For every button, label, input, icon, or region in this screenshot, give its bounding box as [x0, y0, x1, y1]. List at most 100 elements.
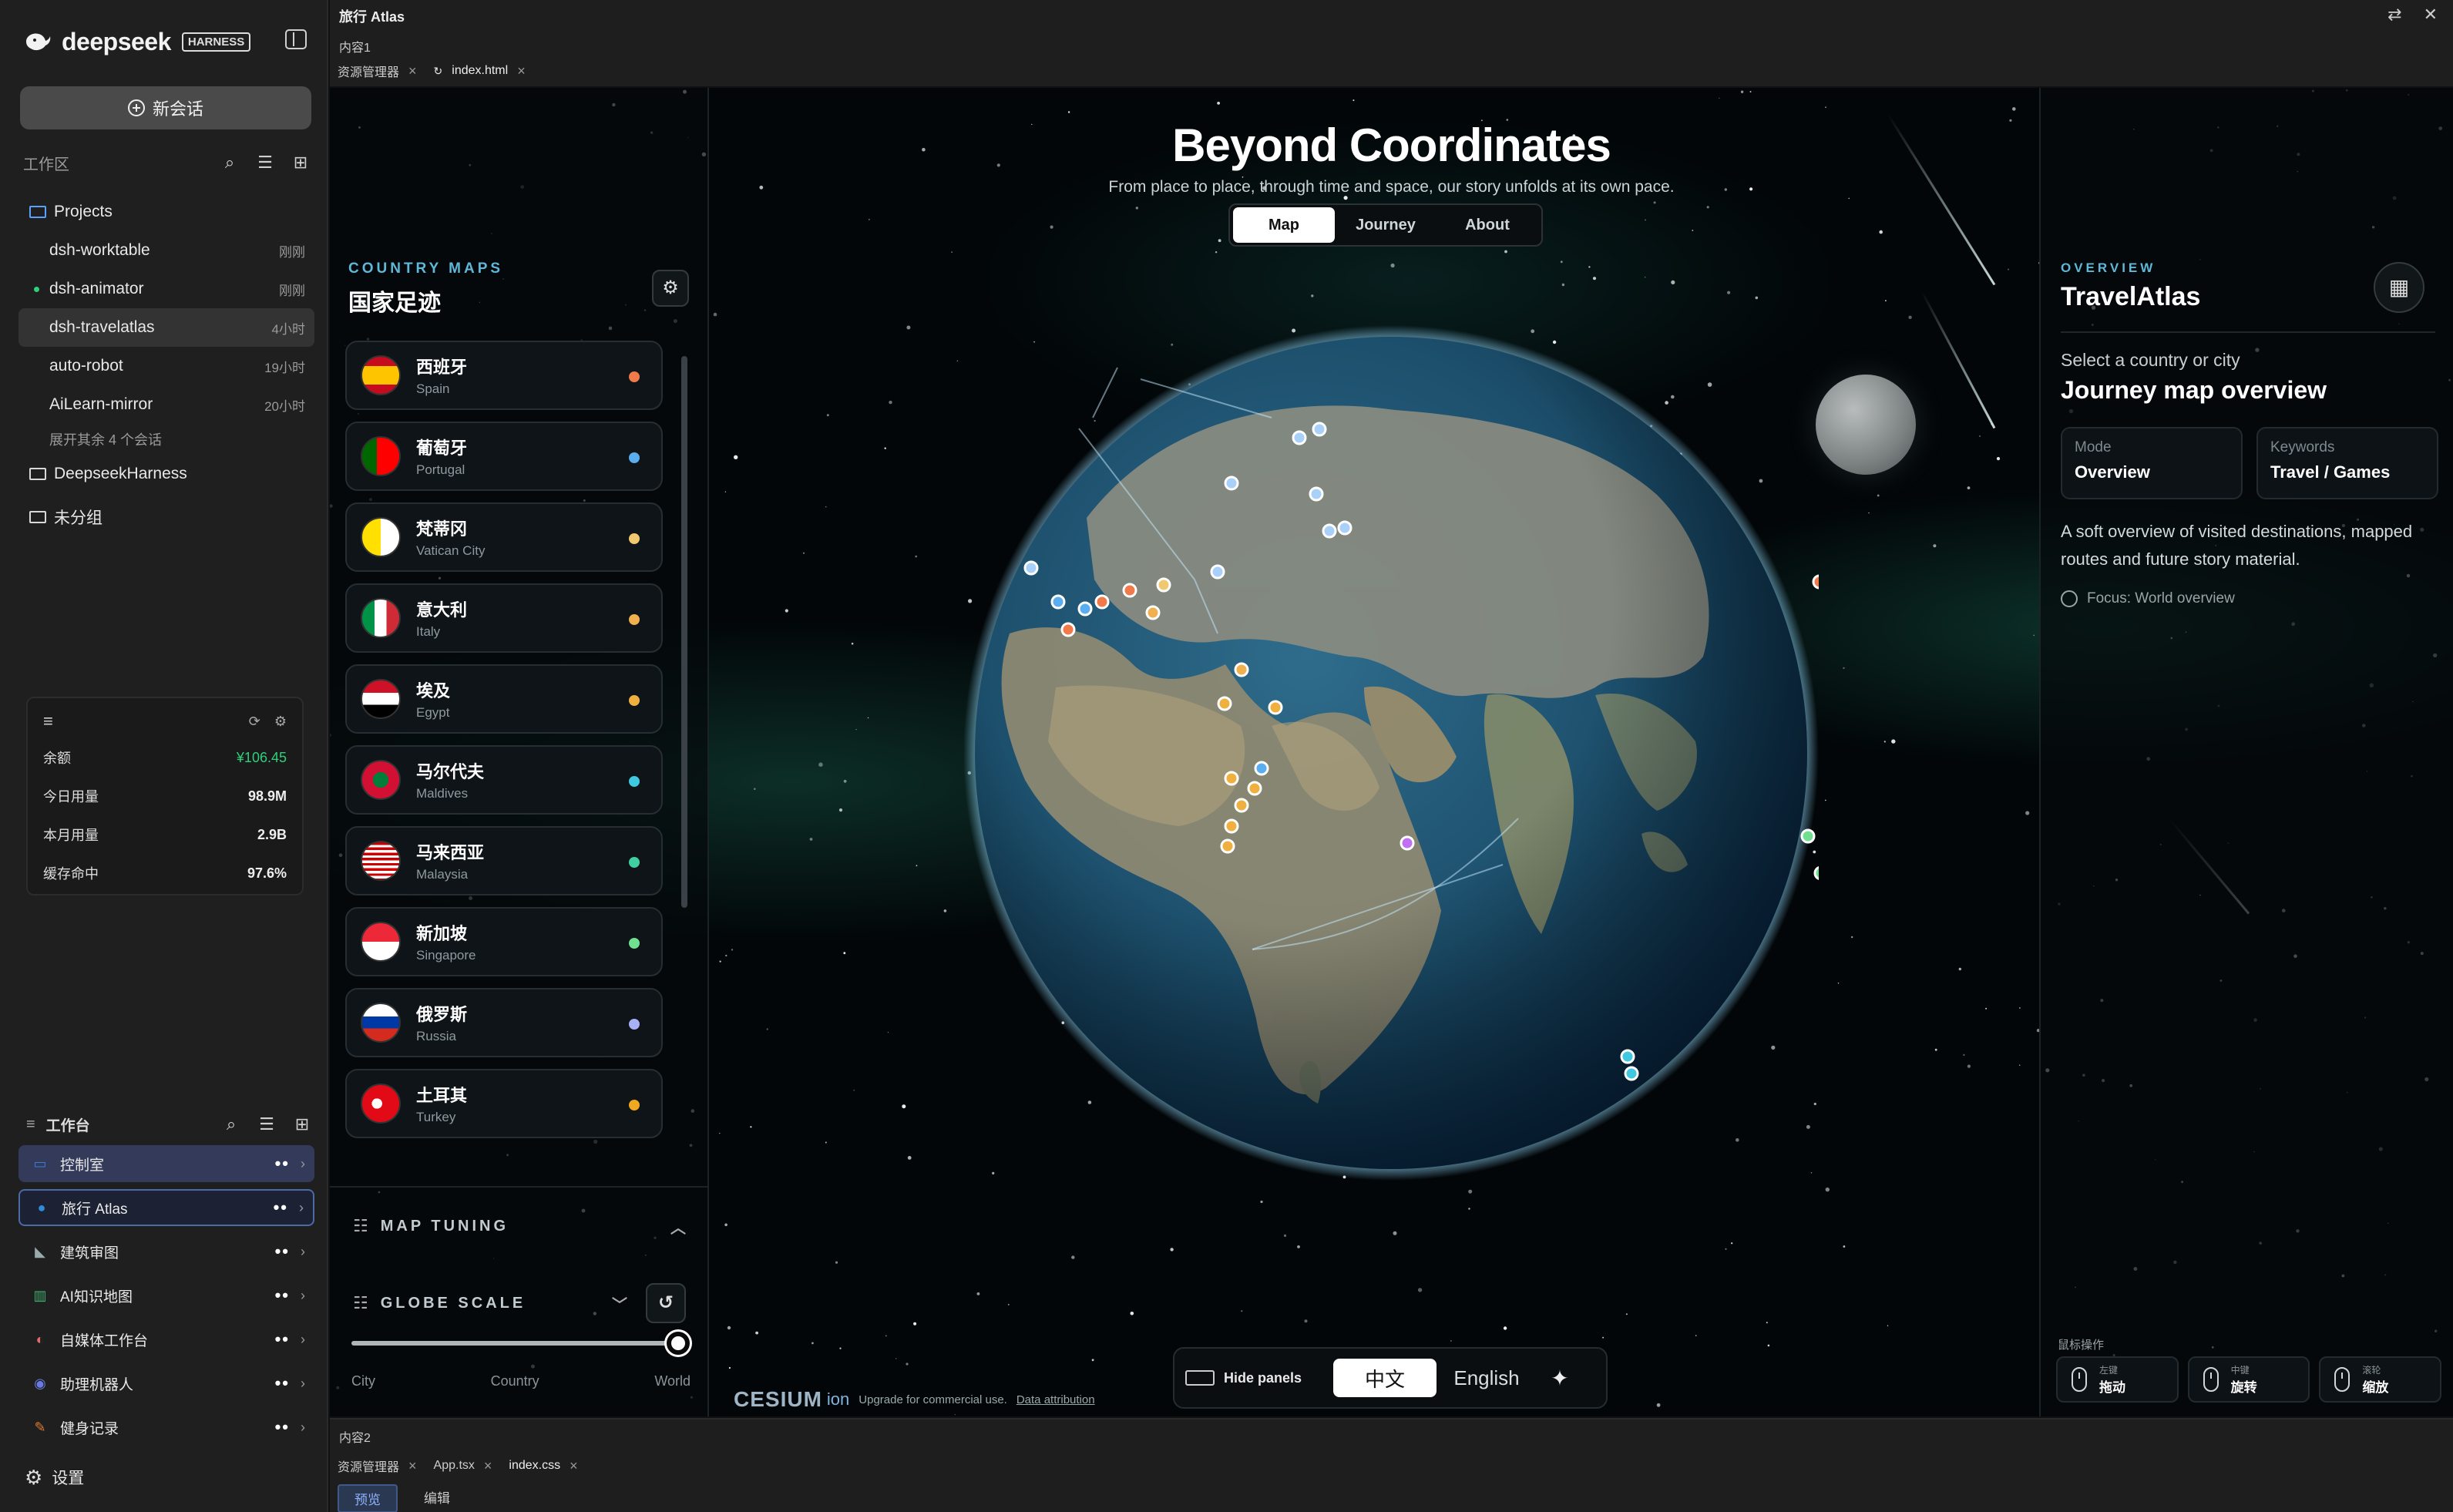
- filter-icon[interactable]: ☰: [257, 1115, 276, 1134]
- destination-pin[interactable]: [1217, 696, 1232, 711]
- destination-pin[interactable]: [1312, 422, 1327, 437]
- project-item-selected[interactable]: dsh-travelatlas 4小时: [18, 308, 314, 347]
- new-chat-button[interactable]: 新会话: [20, 86, 311, 129]
- destination-pin[interactable]: [1620, 1049, 1635, 1064]
- close-icon[interactable]: ×: [484, 1458, 492, 1474]
- workbench-item[interactable]: ✎ 健身记录 •• ›: [18, 1409, 314, 1446]
- folder-deepseekharness[interactable]: DeepseekHarness: [18, 455, 314, 493]
- workbench-item[interactable]: ● 旅行 Atlas •• ›: [18, 1189, 314, 1226]
- destination-pin[interactable]: [1813, 865, 1819, 881]
- destination-pin[interactable]: [1094, 594, 1110, 610]
- search-icon[interactable]: ⌕: [220, 153, 239, 172]
- workbench-item[interactable]: ◉ 助理机器人 •• ›: [18, 1365, 314, 1402]
- destination-pin[interactable]: [1812, 574, 1819, 590]
- preview-button[interactable]: 预览: [338, 1484, 398, 1512]
- project-item[interactable]: AiLearn-mirror 20小时: [18, 385, 314, 424]
- reset-icon[interactable]: ↺: [646, 1283, 686, 1323]
- destination-pin[interactable]: [1145, 605, 1161, 620]
- tab-journey[interactable]: Journey: [1335, 207, 1437, 243]
- swap-icon[interactable]: ⇄: [2387, 5, 2401, 25]
- globe-scale-slider[interactable]: [351, 1332, 690, 1355]
- gear-icon[interactable]: ⚙: [274, 714, 287, 730]
- destination-pin[interactable]: [1309, 486, 1324, 502]
- tab-about[interactable]: About: [1437, 207, 1538, 243]
- country-item[interactable]: 马来西亚 Malaysia: [345, 826, 663, 895]
- destination-pin[interactable]: [1337, 520, 1353, 536]
- close-icon[interactable]: ✕: [2424, 5, 2438, 25]
- destination-pin[interactable]: [1210, 564, 1225, 580]
- country-item[interactable]: 土耳其 Turkey: [345, 1069, 663, 1138]
- destination-pin[interactable]: [1023, 560, 1039, 576]
- country-item[interactable]: 梵蒂冈 Vatican City: [345, 502, 663, 572]
- hide-panels-button[interactable]: Hide panels: [1185, 1370, 1333, 1386]
- destination-pin[interactable]: [1800, 828, 1816, 844]
- country-item[interactable]: 埃及 Egypt: [345, 664, 663, 734]
- globe[interactable]: [963, 325, 1819, 1181]
- folder-ungrouped[interactable]: 未分组: [18, 498, 314, 536]
- project-item[interactable]: dsh-animator 刚刚: [18, 270, 314, 308]
- destination-pin[interactable]: [1322, 523, 1337, 539]
- gear-icon[interactable]: ⚙: [652, 270, 689, 307]
- destination-pin[interactable]: [1234, 662, 1249, 677]
- destination-pin[interactable]: [1234, 798, 1249, 813]
- workbench-item[interactable]: ◣ 建筑审图 •• ›: [18, 1233, 314, 1270]
- country-item[interactable]: 葡萄牙 Portugal: [345, 422, 663, 491]
- project-item[interactable]: auto-robot 19小时: [18, 347, 314, 385]
- slider-knob[interactable]: [667, 1332, 690, 1355]
- workbench-item[interactable]: ▭ 控制室 •• ›: [18, 1145, 314, 1182]
- close-icon[interactable]: ×: [408, 1458, 417, 1474]
- tab-explorer[interactable]: 资源管理器 ×: [338, 1457, 417, 1475]
- tab-explorer[interactable]: 资源管理器 ×: [338, 62, 417, 80]
- scrollbar[interactable]: [681, 356, 687, 908]
- filter-icon[interactable]: ☰: [256, 153, 274, 172]
- sparkle-icon[interactable]: ✦: [1537, 1366, 1583, 1391]
- map-tuning-toggle[interactable]: ☷ MAP TUNING ︿: [330, 1188, 709, 1265]
- globe-scale-toggle[interactable]: ☷ GLOBE SCALE ﹀ ↺: [330, 1265, 709, 1342]
- destination-pin[interactable]: [1247, 781, 1262, 796]
- tab-index-css[interactable]: index.css ×: [509, 1458, 577, 1474]
- destination-pin[interactable]: [1292, 430, 1307, 445]
- expand-more-link[interactable]: 展开其余 4 个会话: [18, 424, 314, 455]
- lang-zh-button[interactable]: 中文: [1333, 1359, 1437, 1397]
- workbench-item[interactable]: ◐ 自媒体工作台 •• ›: [18, 1321, 314, 1358]
- country-item[interactable]: 俄罗斯 Russia: [345, 988, 663, 1057]
- tab-index-html[interactable]: ↻ index.html ×: [434, 63, 526, 79]
- country-item[interactable]: 西班牙 Spain: [345, 341, 663, 410]
- destination-pin[interactable]: [1156, 577, 1171, 593]
- workbench-item[interactable]: ▥ AI知识地图 •• ›: [18, 1277, 314, 1314]
- country-item[interactable]: 意大利 Italy: [345, 583, 663, 653]
- sidebar-toggle-icon[interactable]: [285, 29, 307, 49]
- close-icon[interactable]: ×: [408, 63, 417, 79]
- destination-pin[interactable]: [1624, 1066, 1639, 1081]
- destination-pin[interactable]: [1254, 761, 1269, 776]
- destination-pin[interactable]: [1400, 835, 1415, 851]
- destination-pin[interactable]: [1122, 583, 1137, 598]
- country-item[interactable]: 新加坡 Singapore: [345, 907, 663, 976]
- data-attribution-link[interactable]: Data attribution: [1016, 1393, 1095, 1406]
- destination-pin[interactable]: [1268, 700, 1283, 715]
- tab-app-tsx[interactable]: App.tsx ×: [434, 1458, 492, 1474]
- menu-icon[interactable]: ≡: [43, 711, 235, 731]
- close-icon[interactable]: ×: [570, 1458, 578, 1474]
- search-icon[interactable]: ⌕: [222, 1115, 240, 1134]
- destination-pin[interactable]: [1060, 622, 1076, 637]
- country-item[interactable]: 马尔代夫 Maldives: [345, 745, 663, 815]
- destination-pin[interactable]: [1220, 838, 1235, 854]
- new-folder-icon[interactable]: ⊞: [293, 1115, 311, 1134]
- tab-map[interactable]: Map: [1233, 207, 1335, 243]
- gear-icon: ⚙: [25, 1465, 43, 1489]
- destination-pin[interactable]: [1050, 594, 1066, 610]
- refresh-icon[interactable]: ⟳: [249, 714, 260, 730]
- calendar-icon[interactable]: ▦: [2374, 262, 2424, 313]
- destination-pin[interactable]: [1224, 818, 1239, 834]
- edit-button[interactable]: 编辑: [408, 1484, 465, 1512]
- destination-pin[interactable]: [1224, 475, 1239, 491]
- settings-button[interactable]: ⚙ 设置: [25, 1464, 84, 1490]
- folder-projects[interactable]: Projects: [18, 193, 314, 231]
- destination-pin[interactable]: [1224, 771, 1239, 786]
- close-icon[interactable]: ×: [517, 63, 526, 79]
- destination-pin[interactable]: [1077, 601, 1093, 617]
- project-item[interactable]: dsh-worktable 刚刚: [18, 231, 314, 270]
- new-folder-icon[interactable]: ⊞: [291, 153, 310, 172]
- lang-en-button[interactable]: English: [1437, 1366, 1537, 1390]
